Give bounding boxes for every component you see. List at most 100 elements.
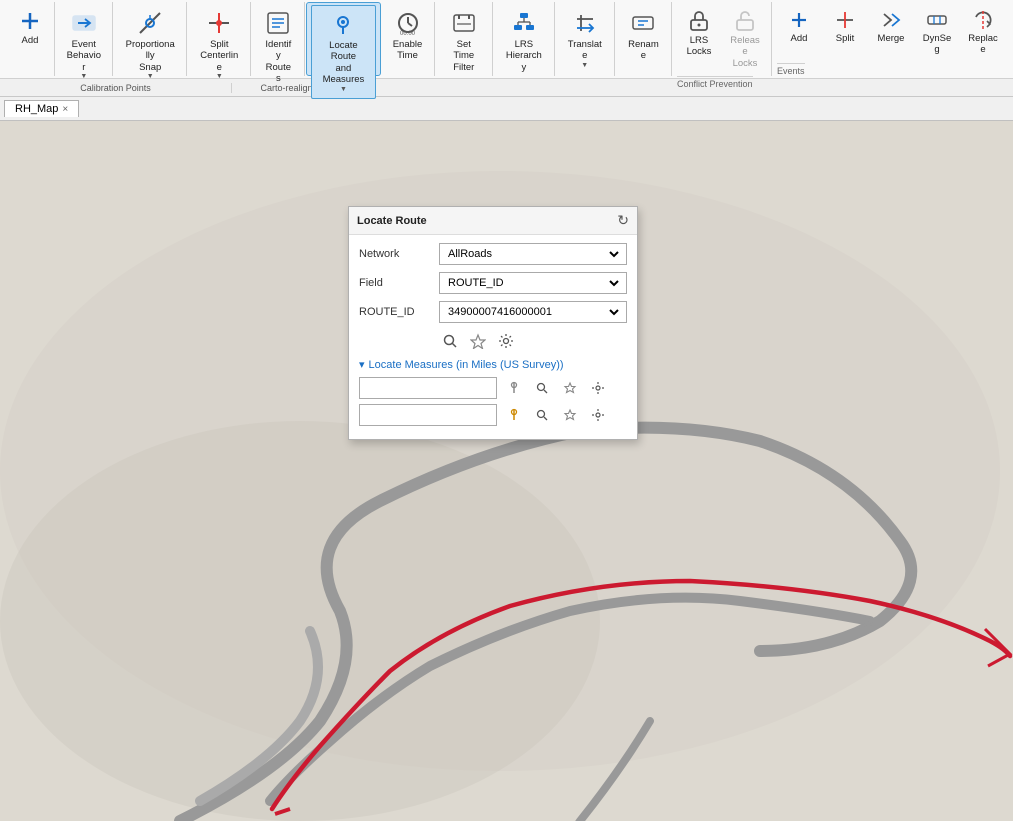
locate-route-label: Locate Routeand Measures <box>318 40 368 86</box>
map-area: Locate Route ↻ Network AllRoads Field RO… <box>0 121 1013 821</box>
measure2-search-button[interactable] <box>531 404 553 426</box>
measure1-pin-button[interactable] <box>503 377 525 399</box>
search-button[interactable] <box>439 330 461 352</box>
measure2-settings-button[interactable] <box>587 404 609 426</box>
measures-toggle-label: Locate Measures (in Miles (US Survey)) <box>369 359 564 371</box>
translate-button[interactable]: Translate ▼ <box>560 4 610 75</box>
events-split-button[interactable]: Split <box>823 4 867 61</box>
route-id-row: ROUTE_ID 34900007416000001 <box>359 301 627 323</box>
group-event-behavior: EventBehavior ▼ <box>56 2 114 76</box>
prop-snap-icon <box>136 9 164 37</box>
group-split-centerline: SplitCenterline ▼ <box>188 2 251 76</box>
route-id-select[interactable]: 34900007416000001 <box>439 301 627 323</box>
lrs-locks-button[interactable]: LRSLocks <box>677 4 721 74</box>
route-id-dropdown[interactable]: 34900007416000001 <box>444 305 622 319</box>
set-time-filter-label: Set TimeFilter <box>447 39 482 73</box>
group-enable-time: 00:00 EnableTime <box>382 2 435 76</box>
group-set-time-filter: Set TimeFilter <box>436 2 494 76</box>
conflict-prevention-label: Conflict Prevention <box>677 76 753 89</box>
map-tab-title: RH_Map <box>15 103 58 115</box>
rename-button[interactable]: Rename <box>620 4 667 67</box>
popup-title: Locate Route <box>357 215 427 227</box>
add-label: Add <box>22 35 39 46</box>
measure-row-1 <box>359 377 627 399</box>
ribbon-toolbar: Add EventBehavior ▼ ProportionallySnap ▼ <box>0 0 1013 78</box>
events-split-icon <box>834 9 856 31</box>
events-add-button[interactable]: Add <box>777 4 821 61</box>
measure1-locate-button[interactable] <box>559 377 581 399</box>
lrs-hierarchy-button[interactable]: LRSHierarchy <box>498 4 550 78</box>
lrs-locks-label: LRSLocks <box>687 35 712 58</box>
map-tab-rh-map[interactable]: RH_Map × <box>4 100 79 117</box>
translate-label: Translate <box>567 39 603 62</box>
lrs-locks-icon <box>687 9 711 33</box>
events-replace-icon <box>972 9 994 31</box>
set-time-filter-icon <box>450 9 478 37</box>
group-lrs-hierarchy: LRSHierarchy <box>494 2 555 76</box>
release-locks-icon <box>733 9 757 33</box>
enable-time-button[interactable]: 00:00 EnableTime <box>386 4 430 67</box>
events-label: Events <box>777 63 805 76</box>
field-row: Field ROUTE_ID <box>359 272 627 294</box>
measures-toggle[interactable]: ▾ Locate Measures (in Miles (US Survey)) <box>359 358 627 371</box>
event-behavior-button[interactable]: EventBehavior ▼ <box>60 4 109 87</box>
field-dropdown[interactable]: ROUTE_ID <box>444 276 622 290</box>
svg-text:00:00: 00:00 <box>400 31 416 37</box>
events-merge-button[interactable]: Merge <box>869 4 913 61</box>
prop-snap-arrow: ▼ <box>147 73 154 81</box>
enable-time-icon: 00:00 <box>394 9 422 37</box>
group-translate: Translate ▼ <box>556 2 615 76</box>
group-conflict-prevention: LRSLocks ReleaseLocks Conflict Preventio… <box>673 2 772 76</box>
events-dynseg-icon <box>926 9 948 31</box>
split-centerline-label: SplitCenterline <box>199 39 239 73</box>
locate-route-arrow: ▼ <box>340 86 347 94</box>
ribbon: Add EventBehavior ▼ ProportionallySnap ▼ <box>0 0 1013 97</box>
measure2-locate-button[interactable] <box>559 404 581 426</box>
events-dynseg-button[interactable]: DynSeg <box>915 4 959 61</box>
identify-routes-button[interactable]: IdentifyRoutes <box>256 4 300 90</box>
release-locks-button[interactable]: ReleaseLocks <box>723 4 767 74</box>
add-icon <box>18 9 42 33</box>
add-button[interactable]: Add <box>8 4 52 51</box>
split-centerline-button[interactable]: SplitCenterline ▼ <box>192 4 246 87</box>
lrs-hierarchy-label: LRSHierarchy <box>505 39 543 73</box>
set-time-filter-button[interactable]: Set TimeFilter <box>440 4 489 78</box>
popup-refresh-button[interactable]: ↻ <box>617 212 629 229</box>
locate-route-icon <box>329 10 357 38</box>
map-tab-close[interactable]: × <box>62 104 68 115</box>
measure-input-1[interactable] <box>359 377 497 399</box>
field-select[interactable]: ROUTE_ID <box>439 272 627 294</box>
split-centerline-arrow: ▼ <box>216 73 223 81</box>
identify-routes-icon <box>264 9 292 37</box>
measure1-settings-button[interactable] <box>587 377 609 399</box>
measure-input-2[interactable] <box>359 404 497 426</box>
events-replace-label: Replace <box>968 33 998 56</box>
measure2-pin-button[interactable] <box>503 404 525 426</box>
translate-icon <box>571 9 599 37</box>
measure1-search-button[interactable] <box>531 377 553 399</box>
events-dynseg-label: DynSeg <box>922 33 952 56</box>
network-row: Network AllRoads <box>359 243 627 265</box>
group-identify: IdentifyRoutes <box>252 2 305 76</box>
network-label: Network <box>359 248 439 260</box>
network-select[interactable]: AllRoads <box>439 243 627 265</box>
group-locate-route: Locate Routeand Measures ▼ <box>306 2 380 76</box>
network-dropdown[interactable]: AllRoads <box>444 247 622 261</box>
select-on-map-button[interactable] <box>467 330 489 352</box>
popup-body: Network AllRoads Field ROUTE_ID ROUTE_ <box>349 235 637 439</box>
prop-snap-label: ProportionallySnap <box>125 39 175 73</box>
field-label: Field <box>359 277 439 289</box>
group-add: Add <box>4 2 55 76</box>
rename-icon <box>629 9 657 37</box>
lrs-hierarchy-icon <box>510 9 538 37</box>
locate-route-button[interactable]: Locate Routeand Measures ▼ <box>311 5 375 99</box>
settings-button[interactable] <box>495 330 517 352</box>
group-rename: Rename <box>616 2 672 76</box>
rename-label: Rename <box>627 39 660 62</box>
events-merge-label: Merge <box>878 33 905 44</box>
prop-snap-button[interactable]: ProportionallySnap ▼ <box>118 4 182 87</box>
event-behavior-arrow: ▼ <box>80 73 87 81</box>
locate-route-popup: Locate Route ↻ Network AllRoads Field RO… <box>348 206 638 440</box>
events-add-label: Add <box>791 33 808 44</box>
events-replace-button[interactable]: Replace <box>961 4 1005 61</box>
